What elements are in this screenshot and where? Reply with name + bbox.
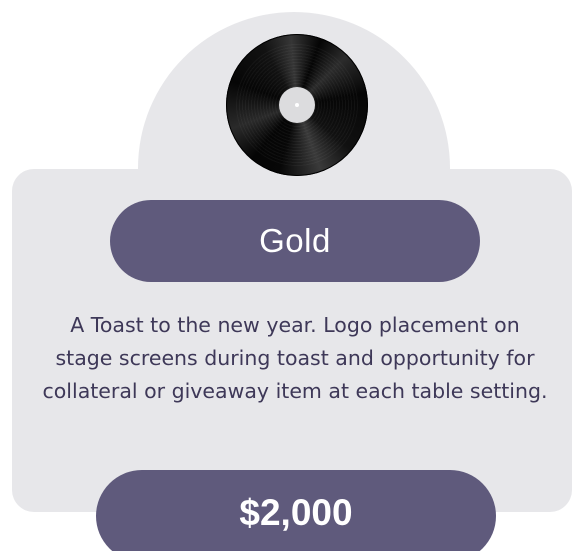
- record-hole: [295, 103, 299, 107]
- tier-name-badge: Gold: [110, 200, 480, 282]
- tier-price: $2,000: [239, 492, 353, 533]
- tier-name: Gold: [259, 222, 331, 259]
- tier-description: A Toast to the new year. Logo placement …: [42, 313, 548, 403]
- vinyl-record-icon: [226, 34, 368, 176]
- price-badge: $2,000: [96, 470, 496, 551]
